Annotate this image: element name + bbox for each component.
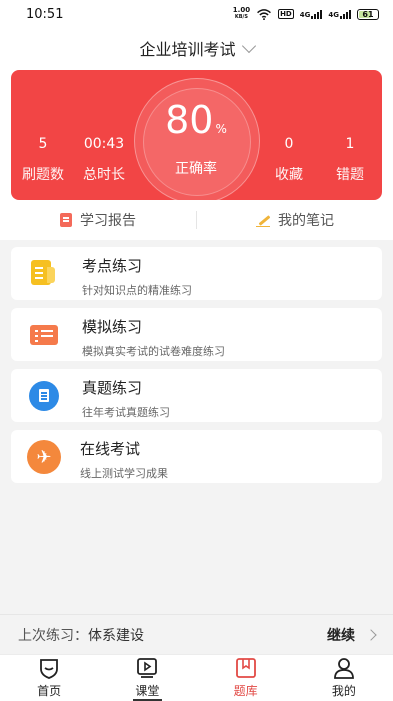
quick-links: 学习报告 我的笔记: [0, 205, 393, 235]
wifi-icon: [257, 8, 271, 20]
practice-list: 考点练习 针对知识点的精准练习 模拟练习 模拟真实考试的试卷难度练习 真题练习 …: [11, 247, 382, 491]
last-practice-value: 体系建设: [88, 627, 144, 644]
signal-label-2: 4G: [328, 10, 339, 19]
stat-favorites-label: 收藏: [275, 167, 303, 183]
signal-icon-1: 4G: [299, 9, 323, 19]
tab-home-label: 首页: [37, 684, 62, 698]
last-practice-label: 上次练习：: [18, 627, 88, 644]
tab-home[interactable]: 首页: [0, 655, 98, 701]
stat-duration[interactable]: 00:43 总时长: [74, 136, 134, 184]
tab-question-bank[interactable]: 题库: [197, 655, 295, 701]
status-icons: 1.00 KB/S HD 4G 4G 61: [233, 7, 379, 21]
accuracy-label: 正确率: [175, 161, 217, 177]
my-notes-link[interactable]: 我的笔记: [197, 210, 393, 230]
hd-badge: HD: [278, 9, 294, 19]
network-speed-value: 1.00: [232, 6, 251, 14]
stats-card: 5 刷题数 00:43 总时长 80% 正确率 0 收藏 1 错题: [11, 70, 382, 200]
tab-classroom[interactable]: 课堂: [98, 655, 196, 701]
tab-classroom-label: 课堂: [135, 684, 160, 698]
chevron-down-icon: [241, 38, 256, 53]
airplane-icon: ✈: [25, 438, 63, 476]
practice-card-mock[interactable]: 模拟练习 模拟真实考试的试卷难度练习: [11, 308, 382, 361]
tab-mine[interactable]: 我的: [295, 655, 393, 701]
book-icon: [25, 377, 63, 415]
practice-card-online-exam[interactable]: ✈ 在线考试 线上测试学习成果: [11, 430, 382, 483]
list-icon: [25, 316, 63, 354]
home-shield-icon: [40, 659, 59, 679]
study-report-label: 学习报告: [80, 213, 136, 229]
my-notes-label: 我的笔记: [278, 213, 334, 229]
card-title: 真题练习: [82, 379, 143, 397]
signal-icon-2: 4G: [328, 9, 351, 19]
question-bank-icon: [235, 658, 256, 678]
stat-wrong[interactable]: 1 错题: [320, 136, 380, 184]
signal-label-1: 4G: [299, 10, 311, 19]
report-icon: [60, 213, 72, 227]
battery-icon: 61: [357, 8, 379, 20]
accuracy-number: 80: [165, 98, 214, 142]
status-time: 10:51: [26, 6, 64, 22]
card-title: 模拟练习: [82, 318, 143, 336]
tab-question-bank-label: 题库: [233, 684, 258, 698]
card-subtitle: 针对知识点的精准练习: [82, 284, 192, 297]
notebook-icon: [25, 255, 63, 293]
card-subtitle: 模拟真实考试的试卷难度练习: [82, 345, 225, 358]
pencil-icon: [256, 213, 270, 227]
stat-wrong-value: 1: [345, 136, 355, 152]
stat-favorites[interactable]: 0 收藏: [259, 136, 319, 184]
stat-favorites-value: 0: [284, 136, 294, 152]
continue-label: 继续: [327, 627, 355, 644]
stat-questions-label: 刷题数: [22, 167, 64, 183]
study-report-link[interactable]: 学习报告: [0, 210, 196, 230]
practice-card-past-papers[interactable]: 真题练习 往年考试真题练习: [11, 369, 382, 422]
battery-level: 61: [362, 9, 374, 19]
chevron-right-icon: [365, 628, 377, 641]
card-subtitle: 往年考试真题练习: [82, 406, 170, 419]
stat-duration-value: 00:43: [83, 136, 125, 152]
stat-questions[interactable]: 5 刷题数: [13, 136, 73, 184]
last-practice-bar: 上次练习：体系建设 继续: [0, 614, 393, 654]
exam-selector[interactable]: 企业培训考试: [0, 28, 393, 68]
person-icon: [333, 658, 354, 679]
accuracy-value: 80%: [134, 98, 258, 151]
network-speed-unit: KB/S: [234, 14, 248, 20]
tab-mine-label: 我的: [331, 684, 356, 698]
stat-wrong-label: 错题: [336, 167, 364, 183]
card-title: 考点练习: [82, 257, 143, 275]
card-subtitle: 线上测试学习成果: [80, 467, 168, 480]
stat-duration-label: 总时长: [83, 167, 125, 183]
bottom-tabbar: 首页 课堂 题库 我的: [0, 654, 393, 701]
status-bar: 10:51 1.00 KB/S HD 4G 4G 61: [0, 0, 393, 28]
continue-button[interactable]: 继续: [327, 625, 377, 645]
play-screen-icon: [137, 658, 158, 678]
card-title: 在线考试: [80, 440, 141, 458]
network-speed: 1.00 KB/S: [233, 7, 250, 21]
stat-questions-value: 5: [38, 136, 48, 152]
page-title: 企业培训考试: [139, 40, 236, 59]
practice-card-knowledge[interactable]: 考点练习 针对知识点的精准练习: [11, 247, 382, 300]
accuracy-unit: %: [215, 122, 227, 136]
